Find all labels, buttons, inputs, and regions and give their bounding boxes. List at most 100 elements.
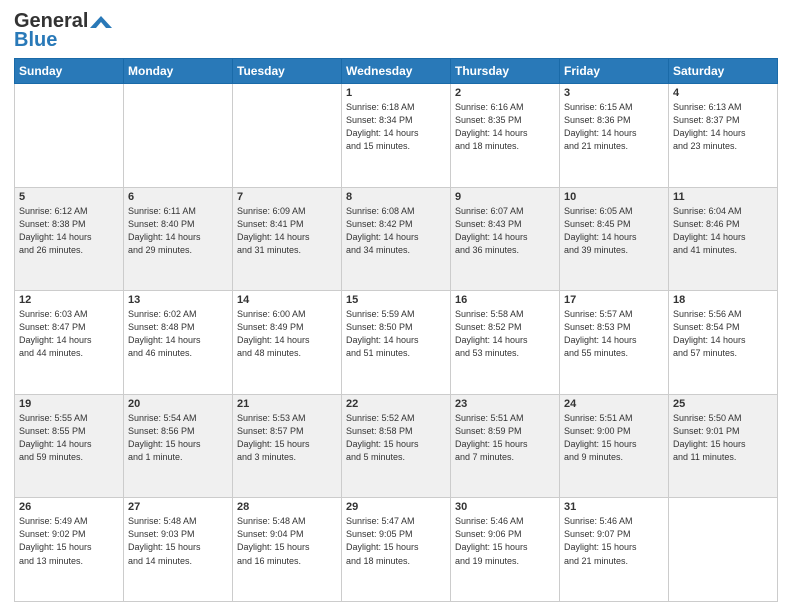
calendar-cell: 25 Sunrise: 5:50 AM Sunset: 9:01 PM Dayli… [669,394,778,498]
calendar-cell: 2 Sunrise: 6:16 AM Sunset: 8:35 PM Daylig… [451,84,560,188]
day-info: Sunrise: 5:50 AM Sunset: 9:01 PM Dayligh… [673,412,773,464]
day-number: 13 [128,294,228,306]
day-number: 10 [564,191,664,203]
calendar-cell: 15 Sunrise: 5:59 AM Sunset: 8:50 PM Dayli… [342,291,451,395]
day-number: 5 [19,191,119,203]
calendar-cell: 24Sunrise: 5:51 AM Sunset: 9:00 PM Dayli… [560,394,669,498]
calendar-cell: 14 Sunrise: 6:00 AM Sunset: 8:49 PM Dayli… [233,291,342,395]
calendar-cell: 8 Sunrise: 6:08 AM Sunset: 8:42 PM Daylig… [342,187,451,291]
day-number: 17 [564,294,664,306]
day-number: 31 [564,501,664,513]
calendar-week-row: 12 Sunrise: 6:03 AM Sunset: 8:47 PM Dayli… [15,291,778,395]
calendar-cell: 1 Sunrise: 6:18 AM Sunset: 8:34 PM Daylig… [342,84,451,188]
day-info: Sunrise: 6:08 AM Sunset: 8:42 PM Dayligh… [346,205,446,257]
calendar-week-row: 5 Sunrise: 6:12 AM Sunset: 8:38 PM Daylig… [15,187,778,291]
day-info: Sunrise: 5:53 AM Sunset: 8:57 PM Dayligh… [237,412,337,464]
day-header-thursday: Thursday [451,59,560,84]
calendar-cell: 30 Sunrise: 5:46 AM Sunset: 9:06 PM Dayli… [451,498,560,602]
day-number: 4 [673,87,773,99]
day-number: 29 [346,501,446,513]
day-number: 25 [673,398,773,410]
calendar-cell [15,84,124,188]
calendar-cell: 16 Sunrise: 5:58 AM Sunset: 8:52 PM Dayli… [451,291,560,395]
day-info: Sunrise: 6:13 AM Sunset: 8:37 PM Dayligh… [673,101,773,153]
day-number: 1 [346,87,446,99]
day-number: 20 [128,398,228,410]
day-info: Sunrise: 5:49 AM Sunset: 9:02 PM Dayligh… [19,515,119,567]
calendar-cell: 31Sunrise: 5:46 AM Sunset: 9:07 PM Dayli… [560,498,669,602]
calendar-cell: 12 Sunrise: 6:03 AM Sunset: 8:47 PM Dayli… [15,291,124,395]
day-number: 8 [346,191,446,203]
calendar-cell: 3Sunrise: 6:15 AM Sunset: 8:36 PM Daylig… [560,84,669,188]
calendar-cell: 29 Sunrise: 5:47 AM Sunset: 9:05 PM Dayli… [342,498,451,602]
day-number: 23 [455,398,555,410]
logo-icon [90,14,112,30]
calendar-cell: 9Sunrise: 6:07 AM Sunset: 8:43 PM Daylig… [451,187,560,291]
day-info: Sunrise: 6:04 AM Sunset: 8:46 PM Dayligh… [673,205,773,257]
calendar-cell [669,498,778,602]
calendar-header-row: SundayMondayTuesdayWednesdayThursdayFrid… [15,59,778,84]
day-number: 22 [346,398,446,410]
calendar-week-row: 1 Sunrise: 6:18 AM Sunset: 8:34 PM Daylig… [15,84,778,188]
day-number: 19 [19,398,119,410]
day-info: Sunrise: 5:46 AM Sunset: 9:06 PM Dayligh… [455,515,555,567]
day-info: Sunrise: 5:52 AM Sunset: 8:58 PM Dayligh… [346,412,446,464]
day-number: 26 [19,501,119,513]
calendar-cell: 11 Sunrise: 6:04 AM Sunset: 8:46 PM Dayli… [669,187,778,291]
day-number: 15 [346,294,446,306]
day-header-tuesday: Tuesday [233,59,342,84]
day-number: 11 [673,191,773,203]
day-info: Sunrise: 5:48 AM Sunset: 9:03 PM Dayligh… [128,515,228,567]
page: General Blue SundayMondayTuesdayWednesda… [0,0,792,612]
day-number: 3 [564,87,664,99]
day-info: Sunrise: 5:59 AM Sunset: 8:50 PM Dayligh… [346,308,446,360]
day-number: 16 [455,294,555,306]
day-info: Sunrise: 5:57 AM Sunset: 8:53 PM Dayligh… [564,308,664,360]
day-info: Sunrise: 6:12 AM Sunset: 8:38 PM Dayligh… [19,205,119,257]
day-info: Sunrise: 5:56 AM Sunset: 8:54 PM Dayligh… [673,308,773,360]
day-header-friday: Friday [560,59,669,84]
day-info: Sunrise: 5:47 AM Sunset: 9:05 PM Dayligh… [346,515,446,567]
day-number: 14 [237,294,337,306]
calendar-cell: 19Sunrise: 5:55 AM Sunset: 8:55 PM Dayli… [15,394,124,498]
day-info: Sunrise: 6:03 AM Sunset: 8:47 PM Dayligh… [19,308,119,360]
day-number: 9 [455,191,555,203]
calendar-cell: 28 Sunrise: 5:48 AM Sunset: 9:04 PM Dayli… [233,498,342,602]
day-number: 27 [128,501,228,513]
day-info: Sunrise: 6:00 AM Sunset: 8:49 PM Dayligh… [237,308,337,360]
calendar-cell: 5 Sunrise: 6:12 AM Sunset: 8:38 PM Daylig… [15,187,124,291]
calendar-week-row: 19Sunrise: 5:55 AM Sunset: 8:55 PM Dayli… [15,394,778,498]
calendar-week-row: 26 Sunrise: 5:49 AM Sunset: 9:02 PM Dayli… [15,498,778,602]
logo-blue: Blue [14,29,57,52]
calendar-cell: 20 Sunrise: 5:54 AM Sunset: 8:56 PM Dayli… [124,394,233,498]
day-number: 18 [673,294,773,306]
calendar-cell: 27 Sunrise: 5:48 AM Sunset: 9:03 PM Dayli… [124,498,233,602]
day-info: Sunrise: 6:05 AM Sunset: 8:45 PM Dayligh… [564,205,664,257]
calendar-cell: 26 Sunrise: 5:49 AM Sunset: 9:02 PM Dayli… [15,498,124,602]
calendar-cell: 10 Sunrise: 6:05 AM Sunset: 8:45 PM Dayli… [560,187,669,291]
calendar-cell: 13Sunrise: 6:02 AM Sunset: 8:48 PM Dayli… [124,291,233,395]
day-number: 2 [455,87,555,99]
calendar-cell: 6Sunrise: 6:11 AM Sunset: 8:40 PM Daylig… [124,187,233,291]
day-info: Sunrise: 5:48 AM Sunset: 9:04 PM Dayligh… [237,515,337,567]
calendar-table: SundayMondayTuesdayWednesdayThursdayFrid… [14,58,778,602]
day-info: Sunrise: 6:16 AM Sunset: 8:35 PM Dayligh… [455,101,555,153]
day-number: 30 [455,501,555,513]
day-header-monday: Monday [124,59,233,84]
day-info: Sunrise: 5:51 AM Sunset: 9:00 PM Dayligh… [564,412,664,464]
header: General Blue [14,10,778,52]
day-number: 21 [237,398,337,410]
day-number: 12 [19,294,119,306]
calendar-cell [233,84,342,188]
day-info: Sunrise: 6:09 AM Sunset: 8:41 PM Dayligh… [237,205,337,257]
day-info: Sunrise: 6:11 AM Sunset: 8:40 PM Dayligh… [128,205,228,257]
day-info: Sunrise: 5:54 AM Sunset: 8:56 PM Dayligh… [128,412,228,464]
day-info: Sunrise: 5:51 AM Sunset: 8:59 PM Dayligh… [455,412,555,464]
day-header-sunday: Sunday [15,59,124,84]
day-info: Sunrise: 6:18 AM Sunset: 8:34 PM Dayligh… [346,101,446,153]
calendar-cell: 18 Sunrise: 5:56 AM Sunset: 8:54 PM Dayli… [669,291,778,395]
day-info: Sunrise: 5:58 AM Sunset: 8:52 PM Dayligh… [455,308,555,360]
day-number: 28 [237,501,337,513]
day-number: 7 [237,191,337,203]
calendar-cell [124,84,233,188]
